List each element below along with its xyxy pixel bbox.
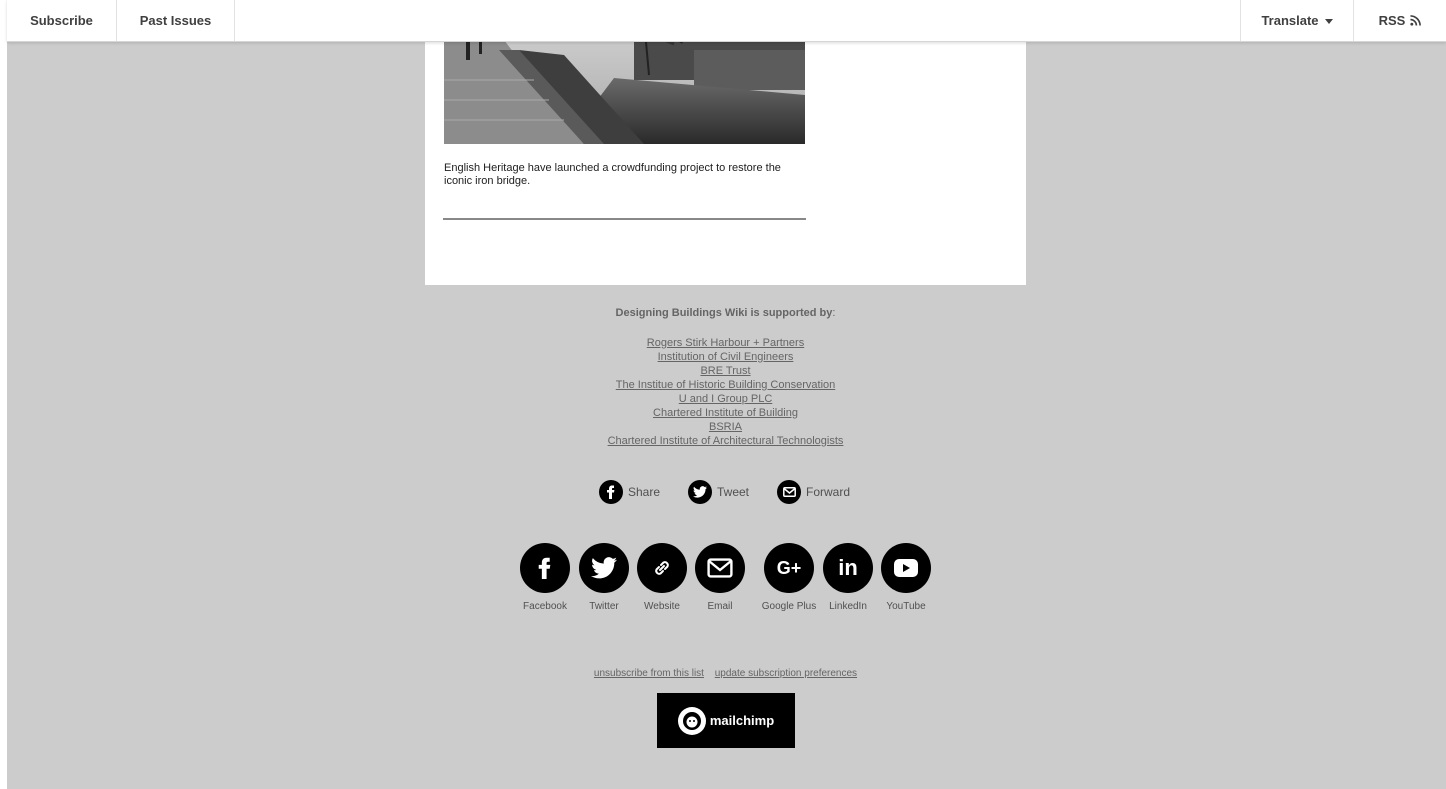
youtube-icon xyxy=(881,543,931,593)
social-label: Facebook xyxy=(523,601,567,612)
google-plus-icon: G+ xyxy=(764,543,814,593)
update-preferences-link[interactable]: update subscription preferences xyxy=(715,668,857,679)
facebook-icon xyxy=(599,480,623,504)
sponsor-link[interactable]: Chartered Institute of Architectural Tec… xyxy=(425,434,1026,448)
top-nav-bar: Subscribe Past Issues Translate RSS xyxy=(7,0,1446,42)
rss-link[interactable]: RSS xyxy=(1354,0,1446,41)
email-icon xyxy=(695,543,745,593)
sponsor-list: Rogers Stirk Harbour + Partners Institut… xyxy=(425,336,1026,448)
translate-label: Translate xyxy=(1261,13,1319,28)
rss-label: RSS xyxy=(1378,13,1406,28)
sponsor-link[interactable]: BRE Trust xyxy=(425,364,1026,378)
left-gutter xyxy=(0,0,7,789)
mailchimp-badge[interactable]: mailchimp xyxy=(657,693,795,748)
social-linkedin[interactable]: in LinkedIn xyxy=(821,543,875,612)
subscribe-label: Subscribe xyxy=(30,13,93,28)
share-label: Share xyxy=(628,485,661,499)
email-icon xyxy=(777,480,801,504)
rss-icon xyxy=(1410,15,1422,26)
social-label: Twitter xyxy=(589,601,619,612)
social-label: LinkedIn xyxy=(829,601,867,612)
social-google-plus[interactable]: G+ Google Plus xyxy=(758,543,820,612)
forward-button[interactable]: Forward xyxy=(777,479,850,505)
translate-dropdown[interactable]: Translate xyxy=(1240,0,1354,41)
linkedin-icon: in xyxy=(823,543,873,593)
supported-by-colon: : xyxy=(832,307,836,319)
tweet-label: Tweet xyxy=(717,485,750,499)
social-website[interactable]: Website xyxy=(635,543,689,612)
supported-by-heading: Designing Buildings Wiki is supported by… xyxy=(425,307,1026,319)
social-label: YouTube xyxy=(886,601,926,612)
past-issues-link[interactable]: Past Issues xyxy=(117,0,235,41)
social-label: Google Plus xyxy=(761,601,817,612)
sponsor-link[interactable]: BSRIA xyxy=(425,420,1026,434)
social-facebook[interactable]: Facebook xyxy=(518,543,572,612)
supported-by-label: Designing Buildings Wiki is supported by xyxy=(615,307,833,319)
sponsor-link[interactable]: Institution of Civil Engineers xyxy=(425,350,1026,364)
unsubscribe-link[interactable]: unsubscribe from this list xyxy=(594,668,704,679)
social-youtube[interactable]: YouTube xyxy=(879,543,933,612)
twitter-icon xyxy=(579,543,629,593)
sponsor-link[interactable]: U and I Group PLC xyxy=(425,392,1026,406)
tweet-button[interactable]: Tweet xyxy=(688,479,749,505)
social-label: Website xyxy=(644,601,680,612)
subscribe-link[interactable]: Subscribe xyxy=(7,0,117,41)
link-icon xyxy=(637,543,687,593)
mailchimp-label: mailchimp xyxy=(709,713,775,728)
forward-label: Forward xyxy=(806,485,851,499)
social-label: Email xyxy=(707,601,733,612)
sponsor-link[interactable]: Rogers Stirk Harbour + Partners xyxy=(425,336,1026,350)
twitter-icon xyxy=(688,480,712,504)
social-email[interactable]: Email xyxy=(693,543,747,612)
sponsor-link[interactable]: The Institue of Historic Building Conser… xyxy=(425,378,1026,392)
chevron-down-icon xyxy=(1324,18,1333,24)
past-issues-label: Past Issues xyxy=(139,13,212,28)
subscription-links: unsubscribe from this list update subscr… xyxy=(425,668,1026,679)
mailchimp-logo-icon xyxy=(677,706,706,735)
sponsor-link[interactable]: Chartered Institute of Building xyxy=(425,406,1026,420)
facebook-icon xyxy=(520,543,570,593)
article-caption: English Heritage have launched a crowdfu… xyxy=(444,162,781,187)
section-divider xyxy=(443,218,806,220)
social-twitter[interactable]: Twitter xyxy=(577,543,631,612)
share-facebook-button[interactable]: Share xyxy=(599,479,660,505)
